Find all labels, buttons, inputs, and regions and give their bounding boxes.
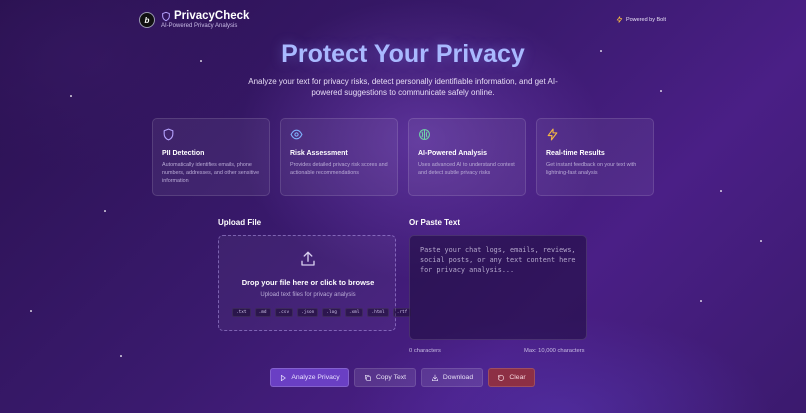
background-star	[700, 300, 702, 302]
upload-file-label: Upload File	[218, 218, 262, 227]
feature-description: Automatically identifies emails, phone n…	[162, 162, 260, 184]
eye-icon	[290, 129, 303, 140]
feature-description: Uses advanced AI to understand context a…	[418, 162, 515, 176]
feature-title: PII Detection	[162, 150, 205, 157]
file-dropzone[interactable]: Drop your file here or click to browse U…	[218, 235, 412, 331]
dropzone-title: Drop your file here or click to browse	[241, 278, 375, 287]
dropzone-subtitle: Upload text files for privacy analysis	[260, 292, 356, 298]
feature-title: Risk Assessment	[290, 150, 348, 157]
bolt-logo-badge[interactable]: b	[139, 12, 155, 28]
background-star	[104, 210, 106, 212]
background-star	[660, 90, 662, 92]
feature-title: Real-time Results	[546, 150, 605, 157]
analyze-privacy-button[interactable]: Analyze Privacy	[270, 368, 349, 387]
file-extension-list: .txt .md .csv .json .log .xml .html .rtf	[232, 308, 412, 317]
upload-icon	[301, 251, 315, 266]
feature-card-risk-assessment: Risk Assessment Provides detailed privac…	[280, 118, 398, 196]
brand: PrivacyCheck AI-Powered Privacy Analysis	[161, 10, 249, 29]
copy-text-label: Copy Text	[375, 374, 407, 381]
powered-by-label: Powered by Bolt	[625, 16, 666, 23]
analyze-privacy-label: Analyze Privacy	[291, 374, 340, 381]
lightning-icon	[616, 16, 623, 23]
paste-text-input[interactable]	[409, 235, 587, 340]
reset-icon	[498, 374, 505, 381]
file-extension-badge: .xml	[344, 308, 364, 317]
file-extension-badge: .log	[322, 308, 341, 317]
character-count: 0 characters	[409, 348, 441, 354]
paste-text-label: Or Paste Text	[409, 218, 460, 227]
feature-description: Provides detailed privacy risk scores an…	[290, 162, 388, 176]
shield-logo-icon	[162, 11, 170, 21]
feature-card-real-time: Real-time Results Get instant feedback o…	[536, 118, 654, 196]
background-star	[120, 355, 122, 357]
file-extension-badge: .json	[297, 308, 319, 317]
feature-card-ai-analysis: AI-Powered Analysis Uses advanced AI to …	[408, 118, 526, 196]
copy-icon	[364, 374, 371, 381]
lightning-icon	[547, 128, 558, 141]
brand-title: PrivacyCheck	[174, 10, 250, 22]
download-icon	[431, 374, 438, 381]
download-button[interactable]: Download	[421, 368, 483, 387]
background-star	[30, 310, 32, 312]
background-star	[720, 190, 722, 192]
background-star	[70, 95, 72, 97]
file-extension-badge: .html	[367, 308, 389, 317]
powered-by[interactable]: Powered by Bolt	[616, 16, 666, 23]
shield-icon	[163, 128, 174, 141]
file-extension-badge: .txt	[232, 308, 251, 317]
copy-text-button[interactable]: Copy Text	[354, 368, 416, 387]
feature-card-pii-detection: PII Detection Automatically identifies e…	[152, 118, 270, 196]
hero-subtitle: Analyze your text for privacy risks, det…	[248, 77, 558, 97]
file-extension-badge: .csv	[274, 308, 294, 317]
feature-description: Get instant feedback on your text with l…	[546, 162, 637, 176]
clear-label: Clear	[509, 374, 526, 381]
feature-title: AI-Powered Analysis	[418, 150, 487, 157]
play-icon	[281, 374, 287, 381]
clear-button[interactable]: Clear	[488, 368, 535, 387]
max-characters: Max: 10,000 characters	[524, 348, 585, 354]
brain-icon	[419, 129, 430, 140]
background-star	[760, 240, 762, 242]
hero-title: Protect Your Privacy	[281, 40, 525, 68]
download-label: Download	[442, 374, 474, 381]
file-extension-badge: .md	[254, 308, 271, 317]
brand-subtitle: AI-Powered Privacy Analysis	[161, 23, 238, 29]
feature-cards: PII Detection Automatically identifies e…	[152, 118, 654, 196]
